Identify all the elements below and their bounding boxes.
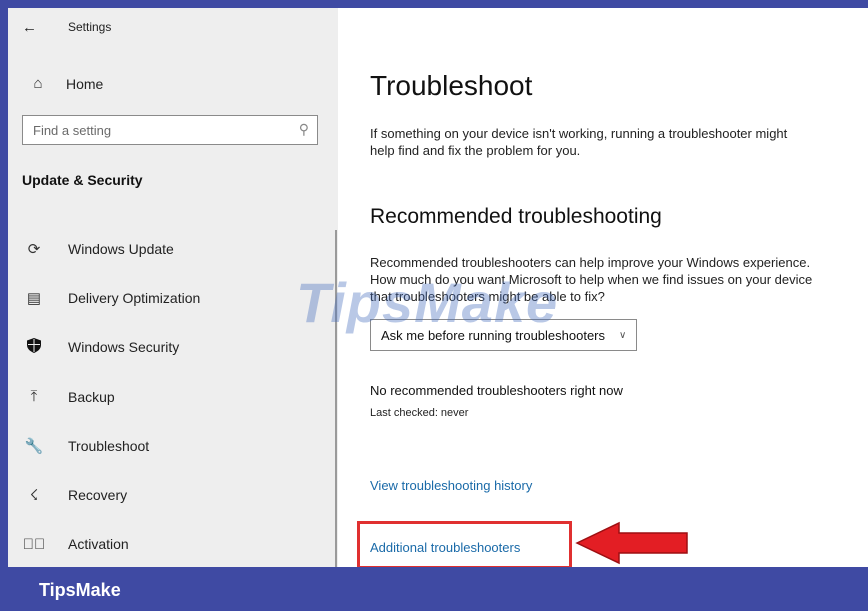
- title-bar: ← Settings: [22, 16, 111, 38]
- recommended-status: No recommended troubleshooters right now: [370, 383, 623, 398]
- sidebar-item-troubleshoot[interactable]: 🔧 Troubleshoot: [22, 421, 200, 470]
- wrench-icon: 🔧: [24, 437, 44, 455]
- sidebar-item-label: Backup: [68, 388, 115, 405]
- sidebar-item-label: Activation: [68, 536, 129, 553]
- last-checked: Last checked: never: [370, 407, 469, 419]
- sidebar-item-home[interactable]: ⌂ Home: [26, 75, 103, 92]
- brand-label: TipsMake: [39, 580, 121, 600]
- search-box: ⚲: [22, 115, 318, 145]
- sidebar-item-windows-security[interactable]: Windows Security: [22, 323, 200, 372]
- recommended-heading: Recommended troubleshooting: [370, 205, 662, 228]
- sidebar-item-activation[interactable]: ✓⃝ Activation: [22, 520, 200, 567]
- main-panel: Troubleshoot If something on your device…: [338, 8, 868, 567]
- sidebar-item-label: Recovery: [68, 487, 128, 504]
- back-arrow-icon[interactable]: ←: [22, 19, 44, 36]
- chevron-down-icon: ∨: [619, 329, 627, 341]
- home-icon: ⌂: [33, 75, 43, 92]
- search-input[interactable]: [23, 116, 283, 144]
- sidebar-item-label: Windows Security: [68, 339, 180, 356]
- window-title: Settings: [68, 20, 112, 34]
- red-arrow-icon: [575, 521, 688, 565]
- sidebar-item-windows-update[interactable]: ⟳ Windows Update: [22, 224, 200, 273]
- intro-text: If something on your device isn't workin…: [370, 126, 788, 158]
- dropdown-value: Ask me before running troubleshooters: [381, 327, 606, 343]
- page-title: Troubleshoot: [370, 70, 533, 101]
- shield-icon: [22, 337, 46, 357]
- view-history-link[interactable]: View troubleshooting history: [370, 478, 532, 493]
- upload-icon: ⤒: [30, 388, 38, 406]
- footer-bar: TipsMake: [0, 567, 868, 611]
- sync-icon: ⟳: [27, 240, 41, 258]
- troubleshoot-preference-dropdown[interactable]: Ask me before running troubleshooters ∨: [370, 319, 638, 351]
- sidebar-item-delivery-optimization[interactable]: ▤ Delivery Optimization: [22, 273, 200, 322]
- settings-window: ← Settings ⌂ Home ⚲ Update & Security ⟳ …: [8, 8, 868, 567]
- sidebar-nav: ⟳ Windows Update ▤ Delivery Optimization…: [22, 224, 201, 567]
- recovery-icon: ☇: [29, 487, 39, 505]
- sidebar-item-label: Delivery Optimization: [68, 289, 201, 306]
- section-title: Update & Security: [22, 172, 143, 188]
- sidebar: ← Settings ⌂ Home ⚲ Update & Security ⟳ …: [8, 8, 338, 567]
- sidebar-item-label: Troubleshoot: [68, 437, 150, 454]
- scrollbar[interactable]: [335, 230, 337, 567]
- sidebar-item-label: Windows Update: [68, 240, 174, 257]
- search-icon[interactable]: ⚲: [299, 121, 309, 138]
- check-circle-icon: ✓⃝: [22, 535, 46, 553]
- sidebar-item-backup[interactable]: ⤒ Backup: [22, 372, 200, 421]
- additional-troubleshooters-link[interactable]: Additional troubleshooters: [370, 540, 520, 555]
- home-label: Home: [66, 75, 104, 92]
- recommended-description: Recommended troubleshooters can help imp…: [370, 255, 813, 304]
- delivery-optimization-icon: ▤: [26, 289, 42, 307]
- sidebar-item-recovery[interactable]: ☇ Recovery: [22, 470, 200, 519]
